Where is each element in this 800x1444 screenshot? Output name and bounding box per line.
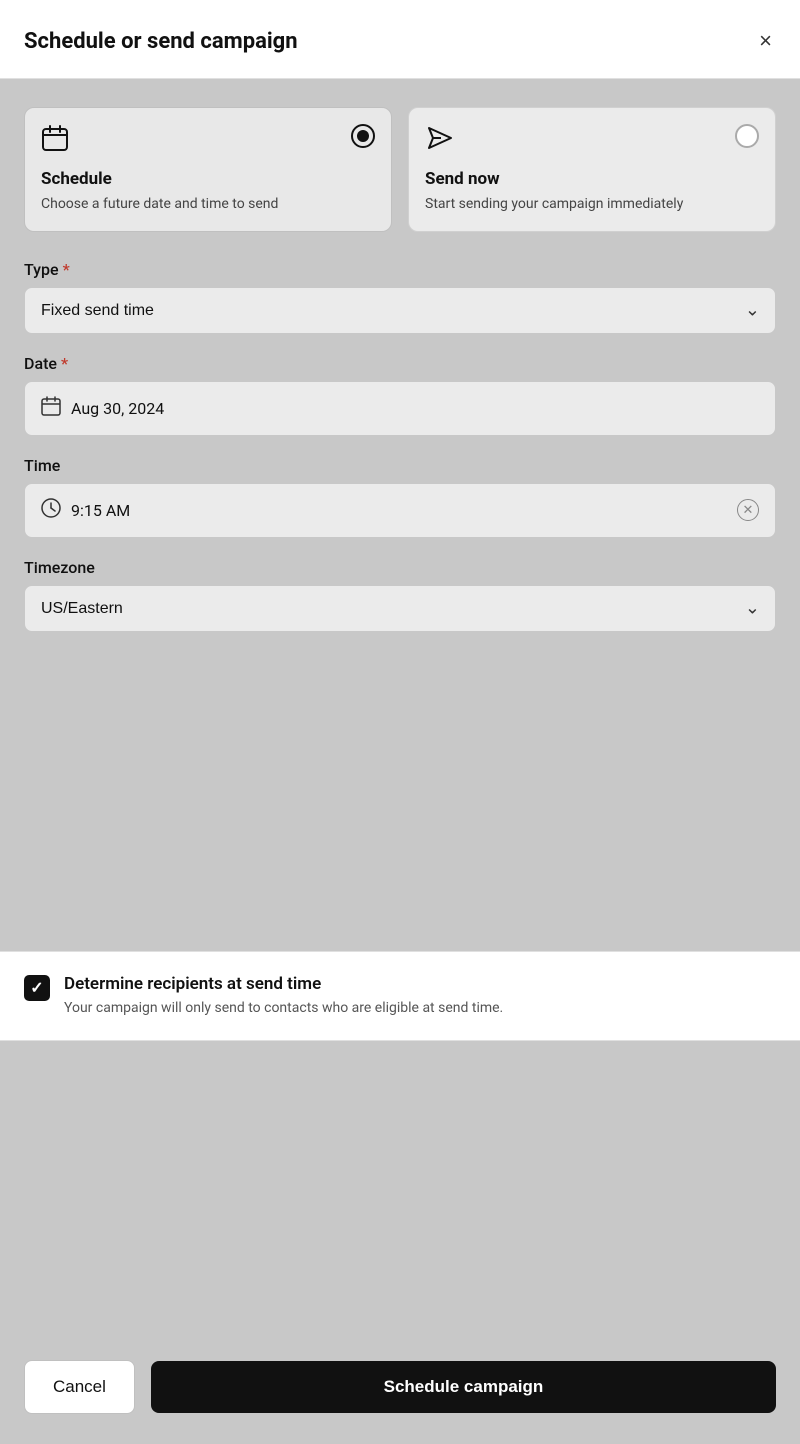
send-icon	[425, 124, 453, 159]
type-select[interactable]: Fixed send time Smart send time	[24, 287, 776, 334]
date-value: Aug 30, 2024	[71, 399, 164, 418]
cancel-button[interactable]: Cancel	[24, 1360, 135, 1414]
date-field-label: Date *	[24, 354, 776, 373]
checkbox-label: Determine recipients at send time	[64, 974, 776, 994]
send-now-option-card[interactable]: Send now Start sending your campaign imm…	[408, 107, 776, 232]
time-input[interactable]: 9:15 AM ✕	[24, 483, 776, 538]
checkbox-checkmark: ✓	[30, 978, 43, 997]
timezone-select[interactable]: US/Eastern US/Central US/Mountain US/Pac…	[24, 585, 776, 632]
type-field-group: Type * Fixed send time Smart send time ⌄	[24, 260, 776, 334]
schedule-option-label: Schedule	[41, 169, 375, 189]
modal-header: Schedule or send campaign ×	[0, 0, 800, 79]
type-required-star: *	[63, 260, 70, 279]
date-required-star: *	[61, 354, 68, 373]
modal-body: Schedule Choose a future date and time t…	[0, 79, 800, 951]
gray-spacer	[0, 1041, 800, 1340]
date-icon	[41, 396, 61, 421]
checkbox-row: ✓ Determine recipients at send time Your…	[24, 974, 776, 1019]
timezone-select-wrapper: US/Eastern US/Central US/Mountain US/Pac…	[24, 585, 776, 632]
modal-title: Schedule or send campaign	[24, 29, 298, 54]
type-field-label: Type *	[24, 260, 776, 279]
schedule-card-top	[41, 124, 375, 159]
option-cards: Schedule Choose a future date and time t…	[24, 107, 776, 232]
modal-footer: Cancel Schedule campaign	[0, 1340, 800, 1444]
date-field-group: Date * Aug 30, 2024	[24, 354, 776, 436]
schedule-radio[interactable]	[351, 124, 375, 148]
recipients-checkbox[interactable]: ✓	[24, 975, 50, 1001]
modal-container: Schedule or send campaign ×	[0, 0, 800, 1444]
send-now-radio[interactable]	[735, 124, 759, 148]
timezone-field-group: Timezone US/Eastern US/Central US/Mounta…	[24, 558, 776, 632]
type-select-wrapper: Fixed send time Smart send time ⌄	[24, 287, 776, 334]
time-left: 9:15 AM	[41, 498, 130, 523]
schedule-campaign-button[interactable]: Schedule campaign	[151, 1361, 776, 1413]
time-field-group: Time 9:15 AM ✕	[24, 456, 776, 538]
schedule-option-card[interactable]: Schedule Choose a future date and time t…	[24, 107, 392, 232]
timezone-field-label: Timezone	[24, 558, 776, 577]
checkbox-text-group: Determine recipients at send time Your c…	[64, 974, 776, 1019]
send-now-option-label: Send now	[425, 169, 759, 189]
send-now-option-desc: Start sending your campaign immediately	[425, 195, 759, 215]
send-now-card-top	[425, 124, 759, 159]
checkbox-description: Your campaign will only send to contacts…	[64, 999, 776, 1019]
clock-icon	[41, 498, 61, 523]
schedule-radio-inner	[357, 130, 369, 142]
date-input[interactable]: Aug 30, 2024	[24, 381, 776, 436]
checkbox-section: ✓ Determine recipients at send time Your…	[0, 951, 800, 1042]
clear-time-button[interactable]: ✕	[737, 499, 759, 521]
time-field-label: Time	[24, 456, 776, 475]
close-button[interactable]: ×	[755, 24, 776, 58]
calendar-icon	[41, 124, 69, 159]
schedule-option-desc: Choose a future date and time to send	[41, 195, 375, 215]
time-value: 9:15 AM	[71, 501, 130, 520]
